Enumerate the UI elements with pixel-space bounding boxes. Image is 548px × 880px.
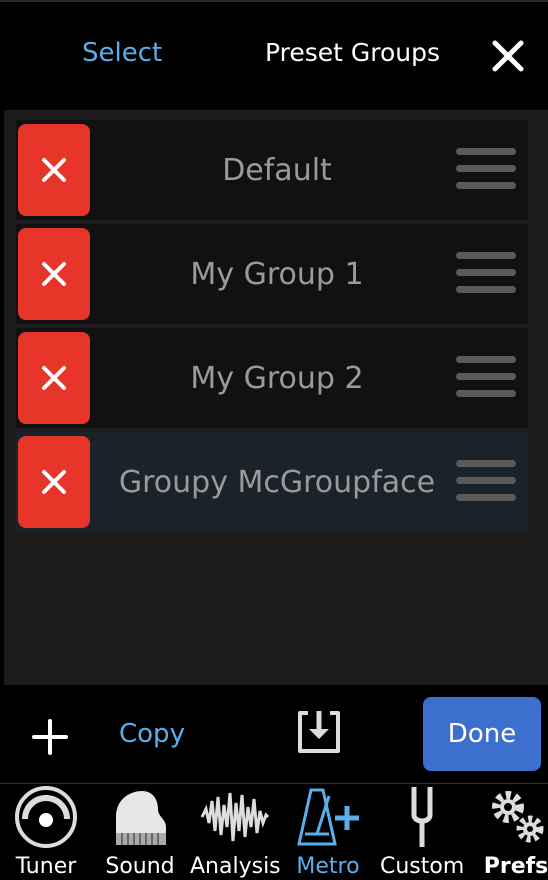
tab-label: Prefs: [483, 854, 548, 879]
drag-handle-icon[interactable]: [456, 148, 516, 192]
select-button[interactable]: Select: [82, 38, 162, 68]
tab-label: Metro: [296, 854, 360, 879]
delete-button[interactable]: [18, 436, 90, 528]
tab-metro[interactable]: Metro: [292, 784, 364, 880]
tab-bar: Tuner Sound Analysis Metro Custom Prefs: [0, 783, 548, 880]
delete-button[interactable]: [18, 228, 90, 320]
drag-handle-icon[interactable]: [456, 356, 516, 400]
gears-icon: [480, 784, 548, 850]
metronome-plus-icon: [292, 784, 364, 850]
close-icon: [42, 262, 66, 286]
drag-handle-icon[interactable]: [456, 460, 516, 504]
tab-analysis[interactable]: Analysis: [190, 784, 281, 880]
group-name: Default: [222, 152, 332, 188]
tab-sound[interactable]: Sound: [104, 784, 176, 880]
close-icon: [42, 470, 66, 494]
close-icon: [42, 366, 66, 390]
waveform-icon: [199, 784, 271, 850]
group-name: My Group 1: [190, 256, 364, 292]
tab-custom[interactable]: Custom: [380, 784, 464, 880]
tuner-dial-icon: [10, 784, 82, 850]
tab-tuner[interactable]: Tuner: [10, 784, 82, 880]
group-list: Default My Group 1 My Group 2 Groupy McG…: [4, 110, 548, 685]
tab-label: Custom: [380, 854, 465, 879]
tab-label: Tuner: [15, 854, 77, 879]
delete-button[interactable]: [18, 124, 90, 216]
group-row[interactable]: My Group 1: [16, 224, 528, 324]
piano-icon: [104, 784, 176, 850]
copy-button[interactable]: Copy: [119, 719, 185, 749]
tab-label: Sound: [105, 854, 175, 879]
group-name: Groupy McGroupface: [118, 464, 436, 500]
group-row[interactable]: My Group 2: [16, 328, 528, 428]
page-title: Preset Groups: [265, 38, 441, 67]
delete-button[interactable]: [18, 332, 90, 424]
close-icon[interactable]: [490, 38, 526, 74]
download-tray-icon[interactable]: [296, 707, 342, 757]
tab-prefs[interactable]: Prefs: [480, 784, 548, 880]
tuning-fork-icon: [386, 784, 458, 850]
done-button[interactable]: Done: [423, 697, 541, 771]
bottom-toolbar: Copy Done: [0, 685, 548, 783]
tab-label: Analysis: [190, 854, 281, 879]
close-icon: [42, 158, 66, 182]
group-row[interactable]: Default: [16, 120, 528, 220]
plus-icon[interactable]: [30, 717, 70, 757]
nav-header: Select Preset Groups: [0, 0, 548, 110]
group-row[interactable]: Groupy McGroupface: [16, 432, 528, 532]
drag-handle-icon[interactable]: [456, 252, 516, 296]
group-name: My Group 2: [190, 360, 364, 396]
